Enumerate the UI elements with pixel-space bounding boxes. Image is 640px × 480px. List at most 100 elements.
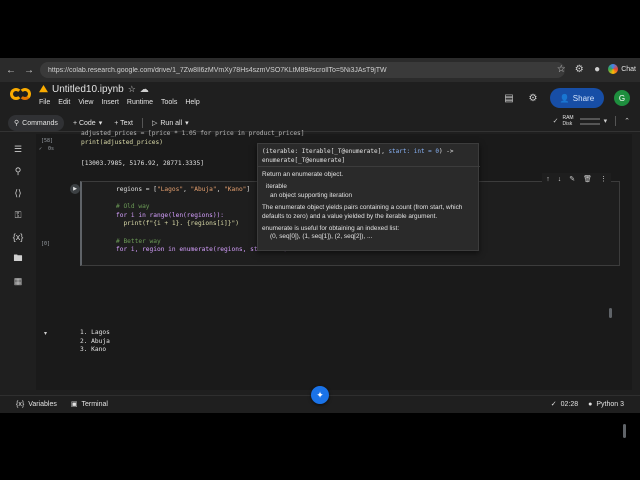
cell-scrollbar[interactable] bbox=[609, 308, 612, 318]
profile-icon[interactable]: ● bbox=[590, 62, 604, 76]
menu-tools[interactable]: Tools bbox=[161, 99, 177, 106]
add-text-label: + Text bbox=[114, 119, 133, 127]
status-bar-left: {x} Variables ▣ Terminal bbox=[16, 400, 108, 409]
output-expand-icon[interactable]: ▾ bbox=[44, 330, 47, 337]
secrets-key-icon[interactable]: ⚿ bbox=[11, 208, 25, 222]
address-bar: ← → ↻ https://colab.research.google.com/… bbox=[0, 58, 640, 82]
files-folder-icon[interactable]: 🖿 bbox=[11, 252, 25, 266]
tooltip-divider bbox=[258, 166, 480, 167]
code-line: for i in range(len(regions)): bbox=[116, 211, 225, 219]
add-code-button[interactable]: + Code ▾ bbox=[70, 115, 105, 131]
search-icon: ⚲ bbox=[14, 120, 20, 127]
star-bookmark-icon[interactable]: ☆ bbox=[554, 62, 568, 76]
ram-disk-bars bbox=[579, 117, 600, 125]
code-snippets-icon[interactable]: ⟨⟩ bbox=[11, 186, 25, 200]
signature-part: start: int = 0 bbox=[388, 148, 440, 155]
cell-output: [13003.7985, 5176.92, 28771.3335] bbox=[81, 160, 204, 167]
status-bar: {x} Variables ▣ Terminal ✦ ✓ 02:28 ● Pyt… bbox=[0, 386, 640, 413]
menu-view[interactable]: View bbox=[78, 99, 93, 106]
code-line: print(adjusted_prices) bbox=[81, 139, 163, 148]
menu-file[interactable]: File bbox=[39, 99, 50, 106]
url-field[interactable]: https://colab.research.google.com/drive/… bbox=[40, 62, 565, 78]
drive-icon bbox=[39, 85, 48, 93]
code-token: "Kano" bbox=[224, 186, 247, 193]
delete-icon[interactable]: 🗑 bbox=[583, 175, 592, 183]
find-icon[interactable]: ⚲ bbox=[11, 164, 25, 178]
menu-bar: File Edit View Insert Runtime Tools Help bbox=[39, 99, 200, 106]
terminal-button[interactable]: ▣ Terminal bbox=[70, 400, 108, 409]
edit-pencil-icon[interactable]: ✎ bbox=[569, 175, 575, 183]
move-up-icon[interactable]: ↑ bbox=[546, 176, 550, 183]
sparkle-icon: ✦ bbox=[316, 389, 324, 400]
gemini-fab-button[interactable]: ✦ bbox=[311, 386, 329, 404]
runtime-label: Python 3 bbox=[596, 400, 624, 408]
chevron-down-icon[interactable]: ▾ bbox=[604, 117, 608, 125]
code-token: "Abuja" bbox=[190, 186, 217, 193]
commands-button[interactable]: ⚲ Commands bbox=[8, 115, 64, 131]
execution-count: [0] bbox=[41, 241, 51, 247]
menu-insert[interactable]: Insert bbox=[101, 99, 119, 106]
chevron-down-icon: ▾ bbox=[98, 120, 103, 127]
toolbar-divider bbox=[141, 118, 143, 128]
comments-icon[interactable]: ▤ bbox=[502, 91, 516, 105]
url-text: https://colab.research.google.com/drive/… bbox=[48, 66, 387, 74]
share-button[interactable]: 👤 Share bbox=[550, 88, 604, 108]
ram-disk-indicator[interactable]: RAM Disk bbox=[562, 115, 573, 127]
code-token: , bbox=[183, 186, 191, 193]
colab-logo-icon[interactable] bbox=[10, 88, 32, 100]
tooltip-example: (0, seq[0]), (1, seq[1]), (2, seq[2]), .… bbox=[270, 233, 373, 241]
runtime-type[interactable]: ● Python 3 bbox=[588, 401, 624, 408]
terminal-label: Terminal bbox=[81, 400, 108, 408]
more-vert-icon[interactable]: ⋮ bbox=[600, 175, 607, 183]
cell-output: 1. Lagos 2. Abuja 3. Kano bbox=[80, 329, 110, 355]
tooltip-desc: Return an enumerate object. bbox=[262, 171, 343, 178]
chevron-down-icon: ▾ bbox=[185, 120, 189, 127]
terminal-icon: ▣ bbox=[70, 401, 78, 408]
chat-button[interactable]: Chat bbox=[608, 64, 636, 74]
code-comment: # Old way bbox=[116, 203, 150, 211]
run-cell-icon[interactable]: ▶ bbox=[70, 184, 80, 194]
extensions-icon[interactable]: ⚙ bbox=[572, 62, 586, 76]
notebook-title[interactable]: Untitled10.ipynb bbox=[52, 84, 124, 95]
signature-part: enumerate[_T@enumerate] bbox=[262, 157, 346, 164]
code-token: "Lagos" bbox=[156, 186, 184, 193]
execution-time: 0s bbox=[48, 146, 55, 152]
run-all-button[interactable]: ▷ Run all ▾ bbox=[149, 115, 192, 131]
disk-label: Disk bbox=[562, 121, 573, 127]
menu-help[interactable]: Help bbox=[185, 99, 199, 106]
runtime-status[interactable]: ✓ 02:28 bbox=[550, 400, 578, 409]
check-icon: ✓ bbox=[39, 146, 43, 152]
share-icon: 👤 bbox=[559, 93, 570, 103]
address-bar-actions: ☆ ⚙ ● Chat bbox=[554, 62, 636, 76]
add-text-button[interactable]: + Text bbox=[111, 115, 136, 131]
python-icon: ● bbox=[588, 400, 593, 408]
checkmark-icon: ✓ bbox=[552, 118, 559, 125]
star-icon[interactable]: ☆ bbox=[128, 84, 136, 95]
variables-label: Variables bbox=[28, 400, 57, 408]
browser-window: ← → ↻ https://colab.research.google.com/… bbox=[0, 58, 640, 438]
chat-label: Chat bbox=[621, 65, 636, 73]
move-down-icon[interactable]: ↓ bbox=[558, 176, 562, 183]
code-token: ] bbox=[246, 186, 251, 193]
function-signature: (iterable: Iterable[_T@enumerate], start… bbox=[262, 147, 476, 165]
share-label: Share bbox=[572, 93, 595, 103]
check-icon: ✓ bbox=[550, 401, 557, 408]
forward-icon[interactable]: → bbox=[22, 63, 36, 77]
data-grid-icon[interactable]: ▦ bbox=[11, 274, 25, 288]
variables-button[interactable]: {x} Variables bbox=[16, 401, 57, 408]
code-token: print(adjusted_prices) bbox=[81, 139, 163, 146]
toolbar-divider bbox=[615, 116, 617, 126]
variables-icon[interactable]: {x} bbox=[11, 230, 25, 244]
signature-part: (iterable: Iterable[_T@enumerate], bbox=[262, 148, 389, 155]
settings-gear-icon[interactable]: ⚙ bbox=[526, 91, 540, 105]
tooltip-body: Return an enumerate object. iterable an … bbox=[262, 171, 478, 242]
code-token: , bbox=[216, 186, 225, 193]
table-of-contents-icon[interactable]: ☰ bbox=[11, 142, 25, 156]
menu-runtime[interactable]: Runtime bbox=[127, 99, 153, 106]
avatar[interactable]: G bbox=[614, 90, 630, 106]
back-icon[interactable]: ← bbox=[4, 63, 18, 77]
param-name: iterable bbox=[266, 183, 287, 191]
notebook-scrollbar[interactable] bbox=[623, 424, 626, 438]
menu-edit[interactable]: Edit bbox=[58, 99, 70, 106]
chevron-up-icon[interactable]: ⌃ bbox=[624, 117, 630, 125]
